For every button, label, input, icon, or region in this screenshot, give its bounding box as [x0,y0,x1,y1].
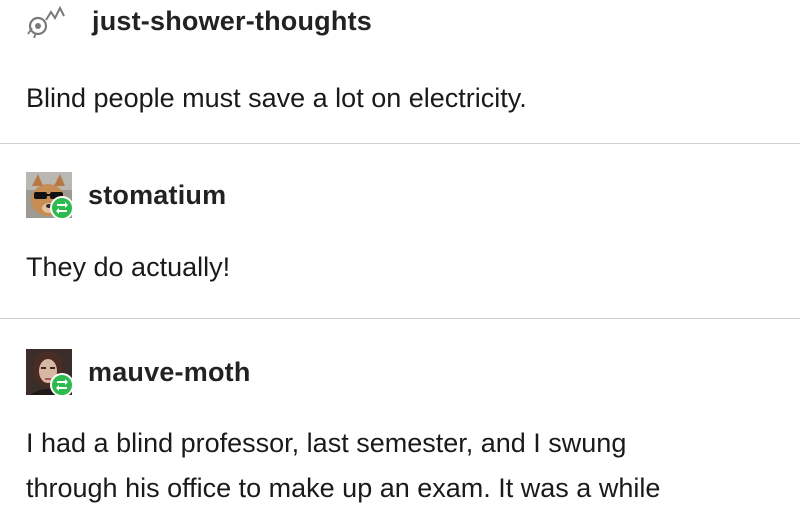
post-text: They do actually! [26,252,231,282]
username[interactable]: stomatium [88,180,226,211]
person-avatar[interactable] [26,349,74,397]
reblog-icon [50,373,74,397]
dog-sunglasses-avatar[interactable] [26,172,74,220]
post-stomatium: stomatium They do actually! [0,144,800,318]
username[interactable]: just-shower-thoughts [92,6,372,37]
username[interactable]: mauve-moth [88,357,251,388]
post-header: just-shower-thoughts [26,4,372,39]
post-text-line-2: through his office to make up an exam. I… [26,473,661,503]
shower-thoughts-logo-icon[interactable] [26,4,70,39]
post-header: mauve-moth [26,349,251,397]
post-text: Blind people must save a lot on electric… [26,83,527,113]
post-mauve-moth: mauve-moth I had a blind professor, last… [0,319,800,514]
post-just-shower-thoughts: just-shower-thoughts Blind people must s… [0,0,800,143]
reblog-icon [50,196,74,220]
post-text-line-1: I had a blind professor, last semester, … [26,428,627,458]
post-header: stomatium [26,172,226,220]
